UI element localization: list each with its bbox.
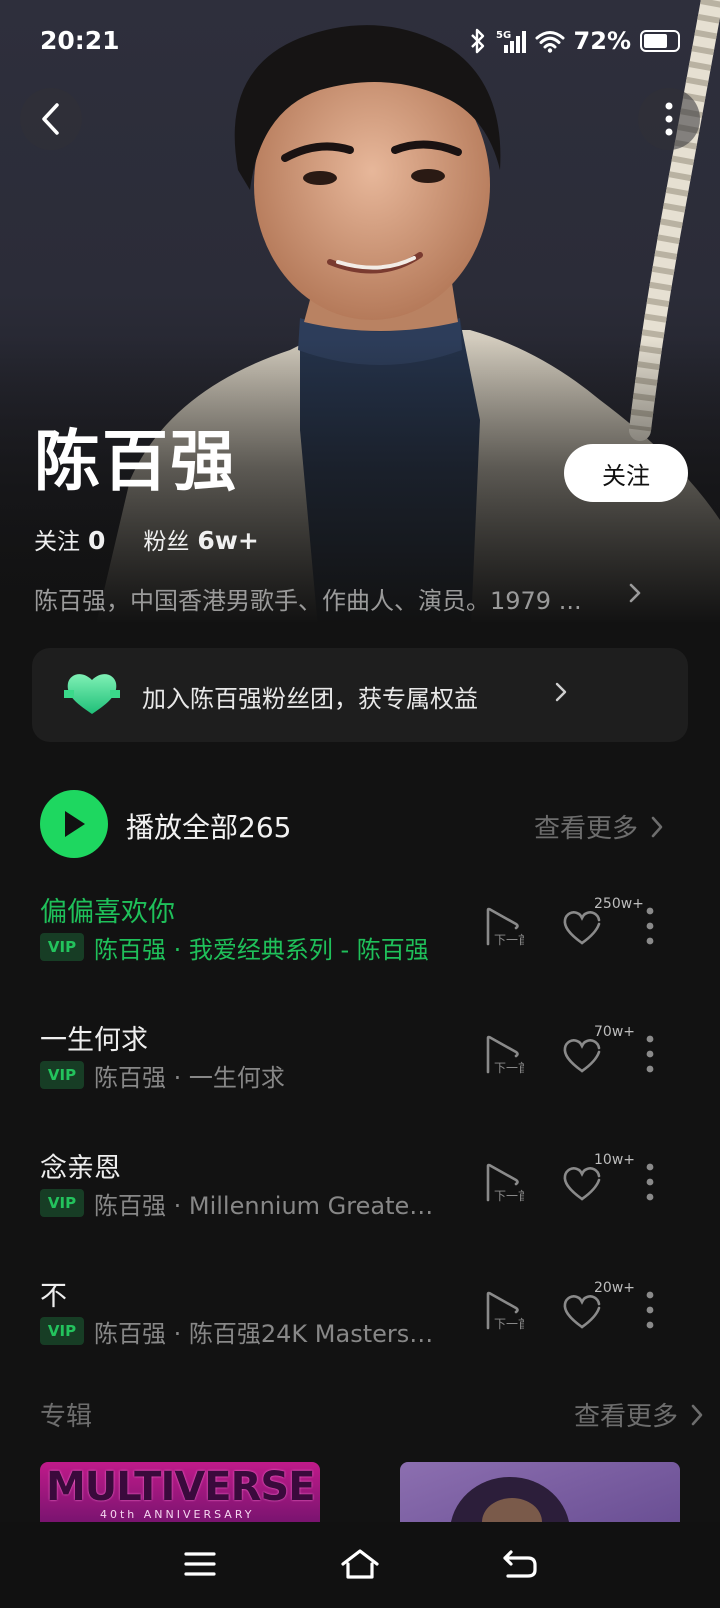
following-count: 0 xyxy=(88,526,106,555)
song-row[interactable]: 一生何求 VIP 陈百强 · 一生何求 下一首 70w+ xyxy=(0,1018,720,1128)
play-next-icon[interactable]: 下一首 xyxy=(482,1034,524,1076)
like-count: 10w+ xyxy=(594,1152,635,1168)
return-icon xyxy=(503,1550,537,1578)
fans-stat[interactable]: 粉丝 6w+ xyxy=(143,522,258,556)
status-icons: 5G 72% xyxy=(469,24,680,58)
fans-count: 6w+ xyxy=(197,526,259,555)
heart-icon[interactable] xyxy=(562,1294,602,1330)
song-subtitle: 陈百强 · 我爱经典系列 - 陈百强 xyxy=(94,936,429,964)
status-bar: 20:21 5G 72% xyxy=(0,0,720,84)
song-row[interactable]: 不 VIP 陈百强 · 陈百强24K Mastersonic 下一首 20w+ xyxy=(0,1274,720,1384)
song-subtitle: 陈百强 · 一生何求 xyxy=(94,1064,285,1092)
bluetooth-icon xyxy=(470,28,484,54)
artist-stats: 关注 0 粉丝 6w+ xyxy=(34,522,259,556)
following-label: 关注 xyxy=(34,529,80,555)
chevron-right-icon xyxy=(691,1404,703,1425)
menu-icon xyxy=(184,1552,216,1576)
svg-text:下一首: 下一首 xyxy=(494,1189,524,1203)
song-subtitle: 陈百强 · 陈百强24K Mastersonic xyxy=(94,1320,439,1348)
album-cover[interactable] xyxy=(400,1462,680,1522)
vip-badge: VIP xyxy=(40,933,84,961)
more-vertical-icon xyxy=(665,102,673,136)
fan-club-text: 加入陈百强粉丝团，获专属权益 xyxy=(142,685,478,713)
svg-text:下一首: 下一首 xyxy=(494,933,524,947)
play-icon xyxy=(65,811,85,837)
recent-apps-button[interactable] xyxy=(176,1542,224,1586)
chevron-right-icon xyxy=(651,816,663,837)
back-button[interactable] xyxy=(20,88,82,150)
battery-percent: 72% xyxy=(573,27,631,55)
play-next-icon[interactable]: 下一首 xyxy=(482,906,524,948)
artist-name: 陈百强 xyxy=(34,423,238,500)
back-nav-button[interactable] xyxy=(496,1542,544,1586)
vip-badge: VIP xyxy=(40,1189,84,1217)
heart-icon[interactable] xyxy=(562,1166,602,1202)
songs-see-more[interactable]: 查看更多 xyxy=(534,808,664,845)
following-stat[interactable]: 关注 0 xyxy=(34,522,105,556)
system-nav-bar xyxy=(0,1522,720,1608)
chevron-right-icon[interactable] xyxy=(628,582,642,604)
album-cover[interactable]: MULTIVERSE 40th ANNIVERSARY xyxy=(40,1462,320,1522)
album-cover-title: MULTIVERSE xyxy=(46,1464,316,1510)
song-title: 一生何求 xyxy=(40,1025,148,1056)
follow-button[interactable]: 关注 xyxy=(564,444,688,502)
song-title: 不 xyxy=(40,1281,67,1312)
vip-badge: VIP xyxy=(40,1317,84,1345)
songs-see-more-label: 查看更多 xyxy=(533,814,638,844)
chevron-left-icon xyxy=(42,103,59,135)
song-title: 偏偏喜欢你 xyxy=(40,897,175,928)
album-cover-photo xyxy=(451,1477,569,1522)
more-vertical-icon[interactable] xyxy=(646,1034,654,1074)
like-count: 20w+ xyxy=(594,1280,635,1296)
vip-badge: VIP xyxy=(40,1061,84,1089)
heart-icon[interactable] xyxy=(562,1038,602,1074)
play-next-icon[interactable]: 下一首 xyxy=(482,1162,524,1204)
like-count: 70w+ xyxy=(594,1024,635,1040)
fan-club-banner[interactable]: 加入陈百强粉丝团，获专属权益 xyxy=(32,648,688,742)
play-all-row: 播放全部265 查看更多 xyxy=(40,790,680,858)
more-vertical-icon[interactable] xyxy=(646,1162,654,1202)
more-options-button[interactable] xyxy=(638,88,700,150)
clock: 20:21 xyxy=(40,26,120,55)
albums-see-more-label: 查看更多 xyxy=(573,1402,678,1432)
albums-heading: 专辑 xyxy=(40,1402,93,1432)
albums-see-more[interactable]: 查看更多 xyxy=(574,1396,704,1433)
play-all-label[interactable]: 播放全部265 xyxy=(126,806,291,846)
like-count: 250w+ xyxy=(594,896,644,912)
wifi-icon xyxy=(535,31,565,53)
home-button[interactable] xyxy=(336,1542,384,1586)
play-all-button[interactable] xyxy=(40,790,108,858)
chevron-right-icon xyxy=(555,682,567,702)
heart-icon[interactable] xyxy=(562,910,602,946)
song-row[interactable]: 念亲恩 VIP 陈百强 · Millennium Greatest Hits 下… xyxy=(0,1146,720,1256)
battery-icon xyxy=(640,30,680,52)
svg-text:下一首: 下一首 xyxy=(494,1061,524,1075)
song-row[interactable]: 偏偏喜欢你 VIP 陈百强 · 我爱经典系列 - 陈百强 下一首 250w+ xyxy=(0,890,720,1000)
song-subtitle: 陈百强 · Millennium Greatest Hits xyxy=(94,1192,439,1220)
play-next-icon[interactable]: 下一首 xyxy=(482,1290,524,1332)
artist-page: 20:21 5G 72% 陈百强 关注 关注 0 粉丝 6w+ 陈百强，中国香港… xyxy=(0,0,720,1608)
cellular-signal-icon: 5G xyxy=(496,30,526,53)
song-title: 念亲恩 xyxy=(40,1153,121,1184)
battery-level xyxy=(644,34,668,48)
artist-bio[interactable]: 陈百强，中国香港男歌手、作曲人、演员。1979 ... xyxy=(34,581,654,616)
fans-label: 粉丝 xyxy=(143,529,190,555)
home-icon xyxy=(341,1549,379,1579)
more-vertical-icon[interactable] xyxy=(646,906,654,946)
svg-text:下一首: 下一首 xyxy=(494,1317,524,1331)
heart-badge-icon xyxy=(64,674,120,714)
album-cover-subtitle: 40th ANNIVERSARY xyxy=(100,1508,255,1521)
svg-text:5G: 5G xyxy=(496,30,511,41)
more-vertical-icon[interactable] xyxy=(646,1290,654,1330)
